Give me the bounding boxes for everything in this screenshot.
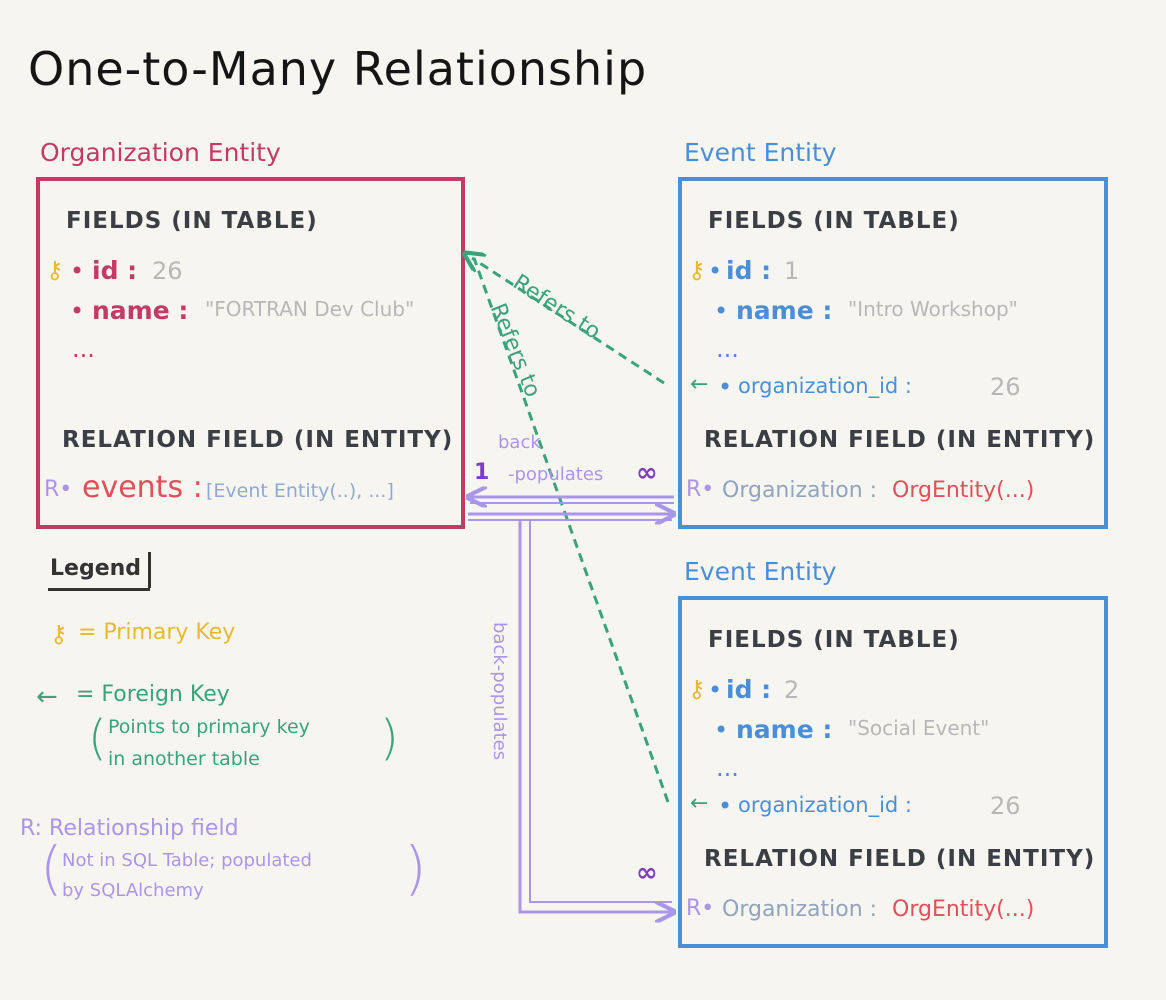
event1-fk-field: organization_id :: [738, 374, 913, 398]
primary-key-icon: ⚷: [46, 256, 64, 284]
event2-id-value: 2: [784, 676, 800, 704]
event1-ellipsis: ...: [716, 335, 739, 363]
page-title: One-to-Many Relationship: [28, 42, 648, 96]
legend-fk-note-2: in another table: [108, 748, 260, 770]
cardinality-one: 1: [474, 460, 490, 485]
legend-rel-note-1: Not in SQL Table; populated: [62, 850, 312, 871]
primary-key-icon: ⚷: [688, 675, 706, 703]
cardinality-many-2: ∞: [636, 858, 658, 888]
event2-fk-value: 26: [990, 792, 1021, 820]
relationship-marker: R•: [686, 896, 715, 921]
bullet-icon: •: [714, 716, 729, 744]
event1-id-field: id :: [726, 256, 772, 285]
event1-relation-header: RELATION FIELD (IN ENTITY): [704, 427, 1096, 453]
event1-org-value: OrgEntity(...): [892, 478, 1035, 503]
event2-org-field: Organization :: [722, 897, 878, 922]
bullet-icon: •: [708, 257, 723, 285]
bullet-icon: •: [708, 676, 723, 704]
event2-relation-header: RELATION FIELD (IN ENTITY): [704, 846, 1096, 872]
org-fields-header: FIELDS (IN TABLE): [66, 208, 318, 234]
org-relation-header: RELATION FIELD (IN ENTITY): [62, 427, 454, 453]
event1-id-value: 1: [784, 257, 800, 285]
events-arrow-2: [518, 520, 672, 912]
org-events-value: [Event Entity(..), ...]: [206, 480, 394, 502]
event2-id-field: id :: [726, 675, 772, 704]
event2-name-value: "Social Event": [848, 716, 990, 740]
event2-fields-header: FIELDS (IN TABLE): [708, 627, 960, 653]
legend-title: Legend: [50, 556, 142, 581]
event1-entity-label: Event Entity: [684, 138, 837, 167]
legend-fk-open-paren: (: [88, 710, 107, 766]
bullet-icon: •: [714, 297, 729, 325]
primary-key-icon: ⚷: [688, 256, 706, 284]
relationship-marker: R•: [686, 477, 715, 502]
primary-key-icon: ⚷: [50, 620, 68, 648]
event1-name-field: name :: [736, 296, 833, 325]
relationship-marker: R•: [44, 477, 73, 502]
org-id-field: id :: [92, 256, 138, 285]
legend-pk: = Primary Key: [78, 620, 236, 645]
event1-name-value: "Intro Workshop": [848, 297, 1018, 321]
org-ellipsis: ...: [72, 335, 95, 363]
legend-rel-close-paren: ): [404, 834, 427, 902]
refers-to-label-1: Refers to: [508, 270, 605, 345]
legend-underline: [48, 588, 150, 591]
event2-org-value: OrgEntity(...): [892, 897, 1035, 922]
org-name-field: name :: [92, 296, 189, 325]
foreign-key-icon: ←: [690, 372, 709, 397]
org-entity-label: Organization Entity: [40, 138, 281, 167]
cardinality-many-1: ∞: [636, 458, 658, 488]
event1-org-field: Organization :: [722, 478, 878, 503]
bullet-icon: •: [718, 373, 733, 401]
event1-fields-header: FIELDS (IN TABLE): [708, 208, 960, 234]
events-arrow-2b: [529, 520, 672, 903]
org-name-value: "FORTRAN Dev Club": [205, 297, 415, 321]
event2-name-field: name :: [736, 715, 833, 744]
back-populates-label-1b: -populates: [508, 464, 604, 485]
legend-divider: [148, 552, 151, 588]
bullet-icon: •: [70, 257, 85, 285]
back-populates-label-2: back-populates: [489, 622, 510, 761]
legend-fk-note-1: Points to primary key: [108, 716, 310, 738]
legend-rel-note-2: by SQLAlchemy: [62, 880, 204, 901]
foreign-key-icon: ←: [36, 682, 58, 712]
event2-ellipsis: ...: [716, 754, 739, 782]
foreign-key-icon: ←: [690, 791, 709, 816]
event1-fk-value: 26: [990, 373, 1021, 401]
org-events-field: events :: [82, 470, 203, 505]
org-id-value: 26: [152, 257, 183, 285]
legend-fk: = Foreign Key: [76, 682, 230, 707]
refers-to-label-2: Refers to: [484, 300, 545, 401]
bullet-icon: •: [718, 792, 733, 820]
back-populates-label-1a: back: [498, 432, 541, 453]
bullet-icon: •: [70, 297, 85, 325]
event2-entity-label: Event Entity: [684, 557, 837, 586]
event2-fk-field: organization_id :: [738, 793, 913, 817]
legend-fk-close-paren: ): [380, 710, 399, 766]
legend-rel-open-paren: (: [40, 834, 63, 902]
